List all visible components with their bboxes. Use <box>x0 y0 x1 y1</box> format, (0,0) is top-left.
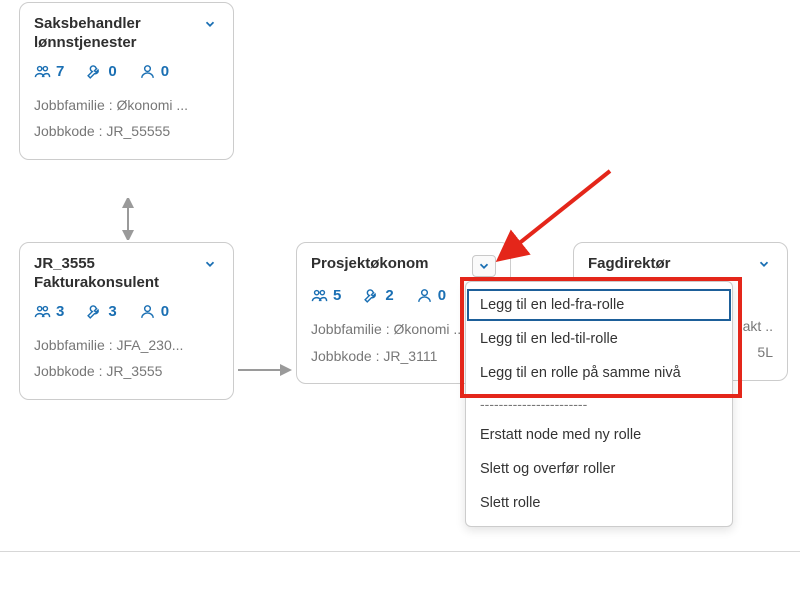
card-title: Fagdirektør <box>588 255 755 274</box>
card-stats: 7 0 0 <box>34 63 219 80</box>
chevron-down-icon[interactable] <box>201 255 219 273</box>
menu-item-add-led-til[interactable]: Legg til en led-til-rolle <box>466 322 732 356</box>
stat-users-value: 0 <box>161 63 169 80</box>
card-jobbfamilie: Jobbfamilie : JFA_230... <box>34 332 219 359</box>
stat-users: 0 <box>139 303 169 320</box>
node-card-fakturakonsulent[interactable]: JR_3555 Fakturakonsulent 3 3 0 Jobbfamil… <box>19 242 234 400</box>
stat-tools-value: 3 <box>108 303 116 320</box>
stat-people: 3 <box>34 303 64 320</box>
menu-item-delete-role[interactable]: Slett rolle <box>466 486 732 520</box>
menu-item-delete-transfer[interactable]: Slett og overfør roller <box>466 452 732 486</box>
stat-tools: 3 <box>86 303 116 320</box>
stat-people-value: 3 <box>56 303 64 320</box>
menu-item-replace-node[interactable]: Erstatt node med ny rolle <box>466 418 732 452</box>
chevron-down-icon[interactable] <box>472 255 496 277</box>
card-stats: 3 3 0 <box>34 303 219 320</box>
chevron-down-icon[interactable] <box>755 255 773 273</box>
separator-line <box>0 551 800 552</box>
menu-item-add-led-fra[interactable]: Legg til en led-fra-rolle <box>466 288 732 322</box>
node-card-saksbehandler[interactable]: Saksbehandler lønnstjenester 7 0 0 Jobbf… <box>19 2 234 160</box>
connector-vertical <box>118 198 138 240</box>
card-jobbkode: Jobbkode : JR_3555 <box>34 358 219 385</box>
chevron-down-icon[interactable] <box>201 15 219 33</box>
stat-people-value: 5 <box>333 287 341 304</box>
stat-tools: 0 <box>86 63 116 80</box>
card-title: Prosjektøkonom <box>311 255 472 274</box>
menu-divider: ----------------------- <box>466 390 732 418</box>
stat-tools-value: 0 <box>108 63 116 80</box>
connector-horizontal <box>236 362 294 378</box>
card-jobbfamilie: Jobbfamilie : Økonomi ... <box>34 92 219 119</box>
stat-users: 0 <box>416 287 446 304</box>
stat-users-value: 0 <box>438 287 446 304</box>
stat-users-value: 0 <box>161 303 169 320</box>
menu-item-add-same-level[interactable]: Legg til en rolle på samme nivå <box>466 356 732 390</box>
card-title: JR_3555 Fakturakonsulent <box>34 255 201 293</box>
stat-users: 0 <box>139 63 169 80</box>
stat-tools: 2 <box>363 287 393 304</box>
stat-tools-value: 2 <box>385 287 393 304</box>
stat-people: 7 <box>34 63 64 80</box>
card-jobbkode: Jobbkode : JR_55555 <box>34 118 219 145</box>
card-title: Saksbehandler lønnstjenester <box>34 15 201 53</box>
context-menu[interactable]: Legg til en led-fra-rolle Legg til en le… <box>465 281 733 527</box>
stat-people-value: 7 <box>56 63 64 80</box>
stat-people: 5 <box>311 287 341 304</box>
